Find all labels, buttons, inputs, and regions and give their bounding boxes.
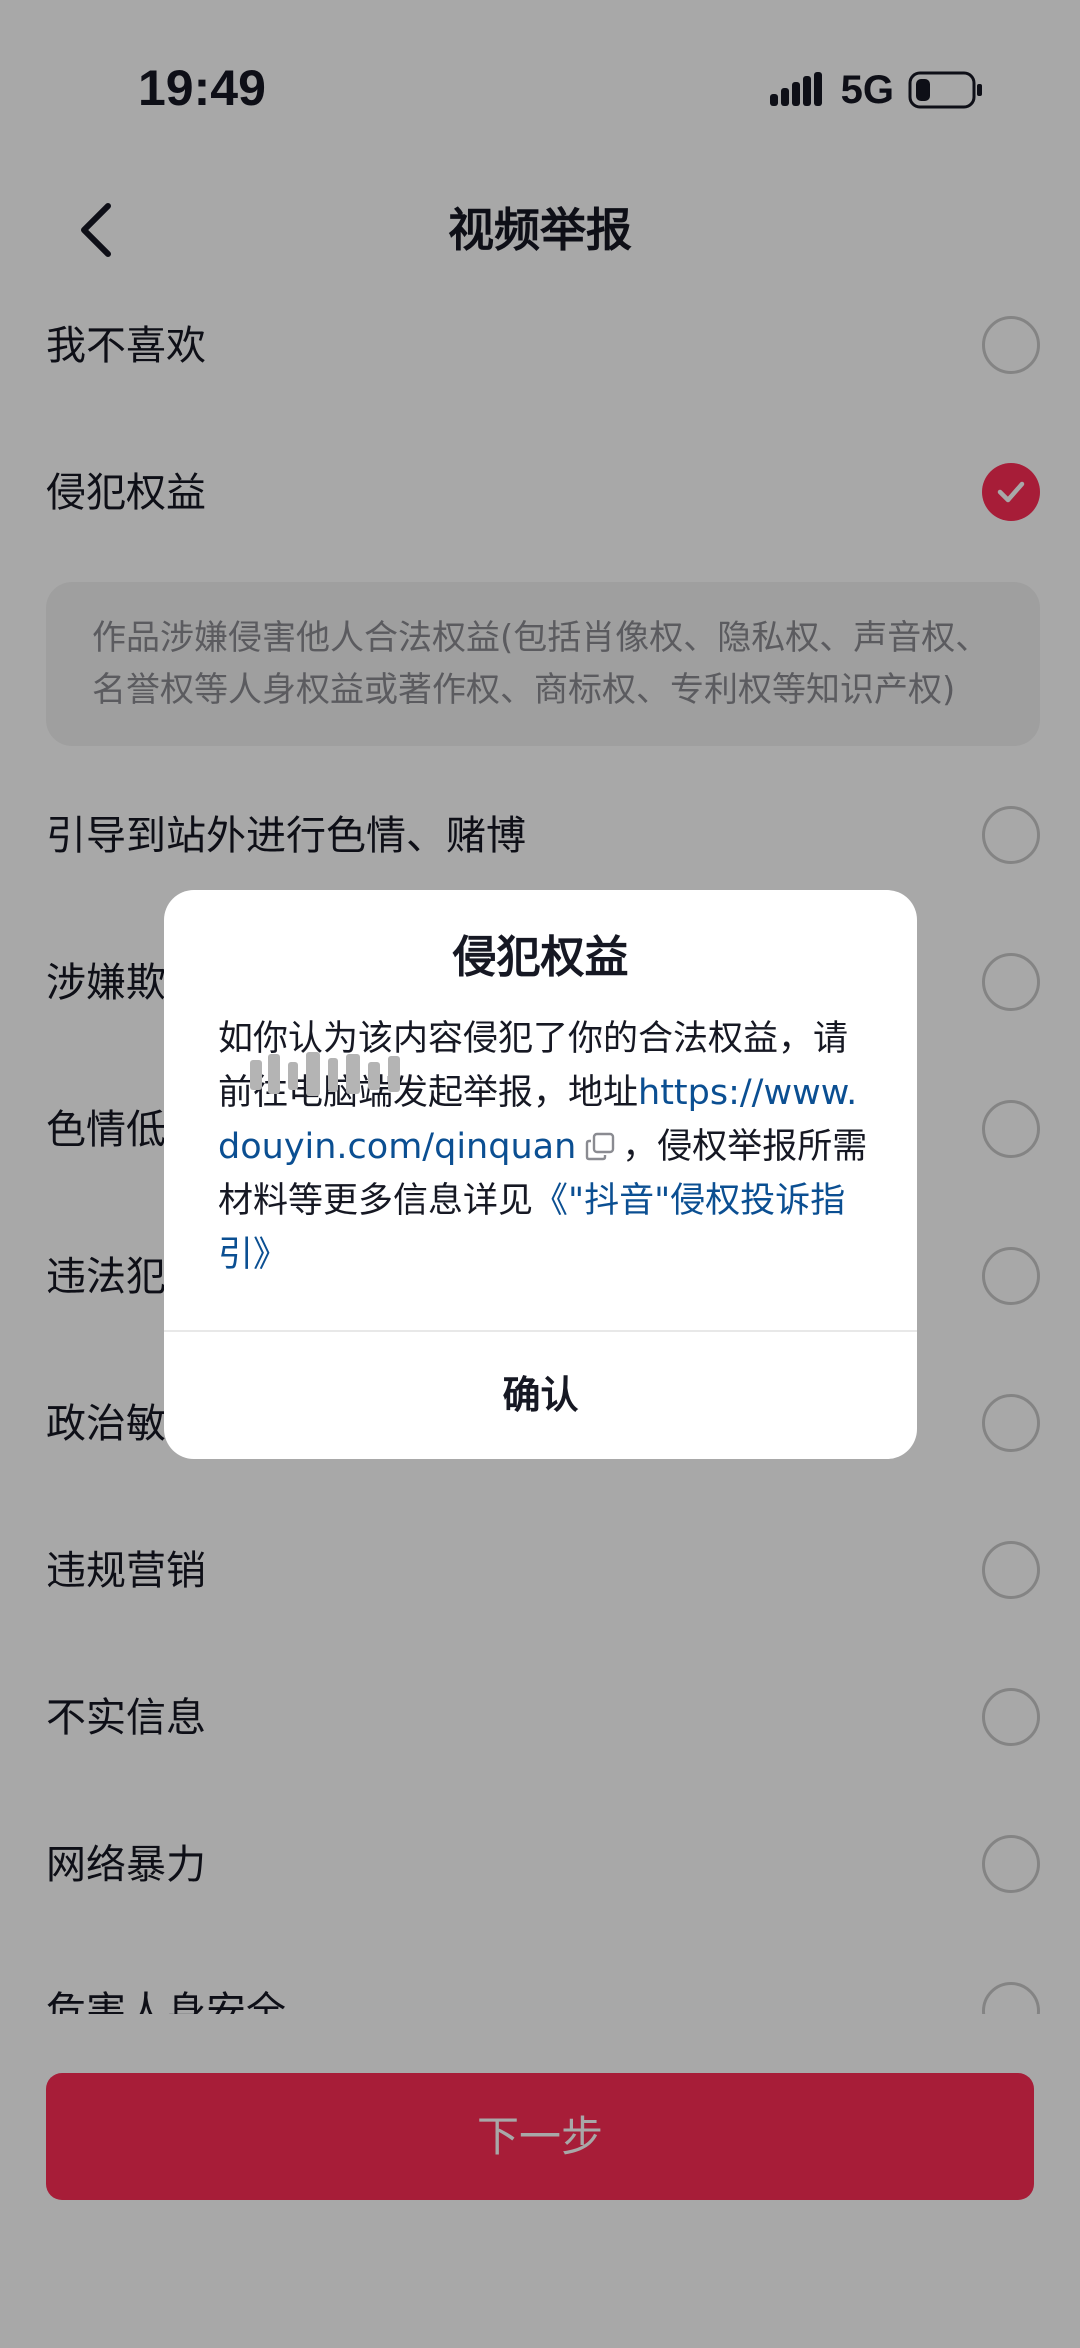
confirm-button[interactable]: 确认 [164, 1332, 917, 1459]
copy-icon[interactable] [584, 1132, 616, 1162]
redaction-scribble [250, 1052, 400, 1096]
infringement-dialog: 侵犯权益 如你认为该内容侵犯了你的合法权益，请前往电脑端发起举报，地址https… [164, 890, 917, 1459]
dialog-title: 侵犯权益 [452, 932, 629, 983]
